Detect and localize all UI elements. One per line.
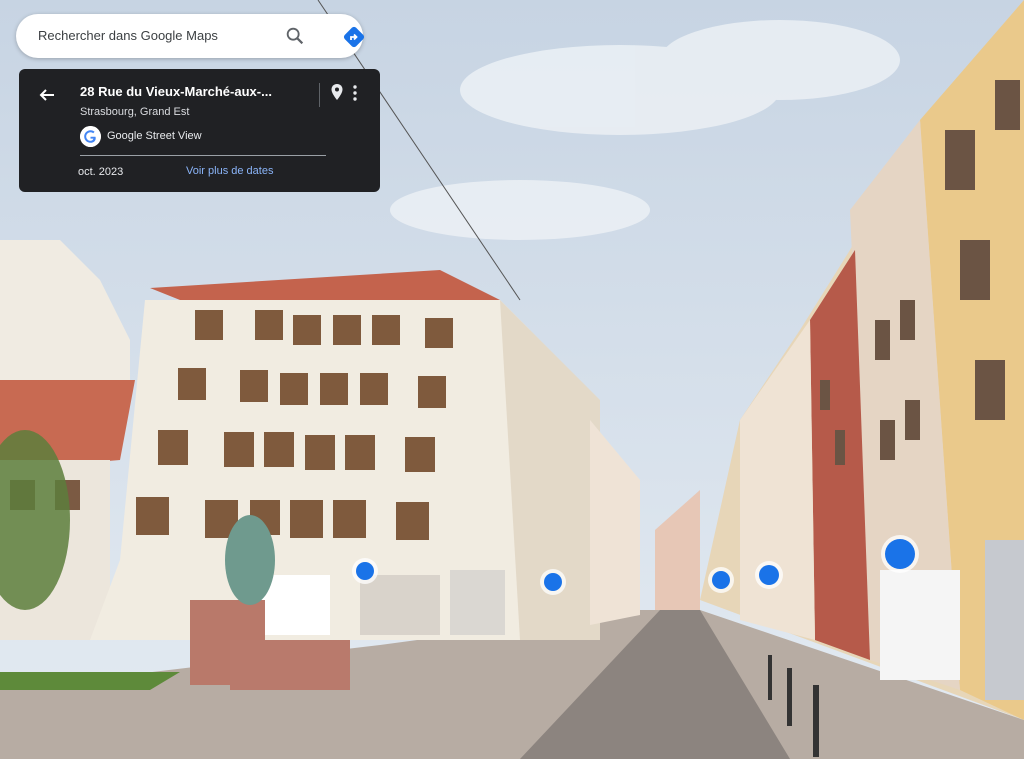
poi-marker-shop[interactable] (352, 558, 378, 584)
more-dates-link[interactable]: Voir plus de dates (186, 165, 273, 177)
search-input[interactable]: Rechercher dans Google Maps (38, 28, 218, 43)
street-view-label: Google Street View (107, 130, 202, 142)
location-subtitle: Strasbourg, Grand Est (80, 106, 190, 118)
poi-marker-place[interactable] (708, 567, 734, 593)
main-building (90, 270, 600, 640)
back-arrow-icon[interactable] (37, 85, 57, 105)
map-pin-icon[interactable] (330, 83, 344, 103)
search-bar[interactable]: Rechercher dans Google Maps (16, 14, 366, 58)
poi-marker-shop[interactable] (755, 561, 783, 589)
grass (0, 672, 180, 690)
poi-marker-shop[interactable] (881, 535, 919, 573)
divider (80, 155, 326, 156)
capture-date: oct. 2023 (78, 166, 124, 178)
poi-marker-shop[interactable] (540, 569, 566, 595)
more-options-icon[interactable] (349, 83, 361, 103)
search-icon[interactable] (284, 25, 306, 47)
google-logo-icon (80, 126, 101, 147)
directions-icon[interactable] (342, 25, 366, 49)
location-card: 28 Rue du Vieux-Marché-aux-... Strasbour… (19, 69, 380, 192)
location-title: 28 Rue du Vieux-Marché-aux-... (80, 84, 272, 99)
divider (319, 83, 320, 107)
